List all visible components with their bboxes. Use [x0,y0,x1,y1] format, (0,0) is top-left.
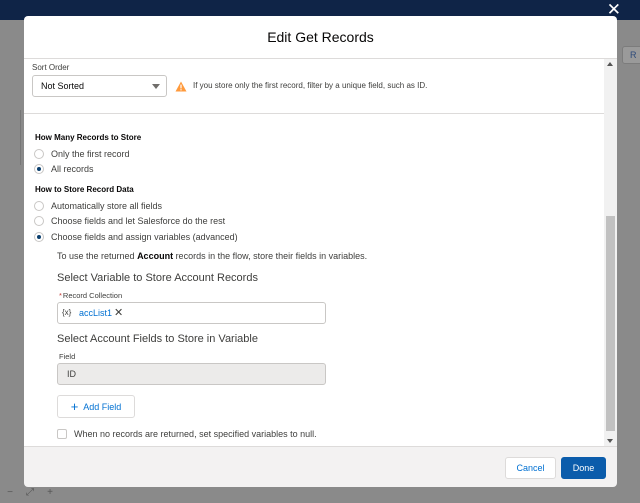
record-collection-label: *Record Collection [59,291,122,300]
variable-section-title: Select Variable to Store Account Records [57,272,258,284]
variable-icon: {x} [62,308,72,317]
chevron-down-icon [152,84,160,89]
record-collection-input[interactable]: {x} accList1 ✕ [57,302,326,324]
radio-button-selected[interactable] [34,164,44,174]
scroll-up-icon[interactable] [607,62,613,66]
warning-triangle-icon [175,81,187,92]
done-button[interactable]: Done [561,457,606,479]
sort-warning-text: If you store only the first record, filt… [193,81,428,90]
radio-label: Choose fields and assign variables (adva… [51,232,238,242]
null-variables-option[interactable]: When no records are returned, set specif… [57,429,317,439]
null-variables-label: When no records are returned, set specif… [74,429,317,439]
section-divider [24,113,604,114]
radio-label: Automatically store all fields [51,201,163,211]
radio-button-selected[interactable] [34,232,44,242]
record-collection-pill[interactable]: accList1 [79,308,112,318]
how-many-title: How Many Records to Store [35,133,142,142]
modal-footer: Cancel Done [24,446,617,487]
modal-header: Edit Get Records [24,16,617,59]
radio-button[interactable] [34,201,44,211]
add-field-label: Add Field [83,401,122,412]
modal-content: Sort Order Not Sorted If you store only … [24,59,604,446]
radio-choose-fields-auto[interactable]: Choose fields and let Salesforce do the … [34,215,225,227]
info-object: Account [137,251,174,261]
sort-order-select[interactable]: Not Sorted [32,75,167,97]
radio-choose-fields-advanced[interactable]: Choose fields and assign variables (adva… [34,231,238,243]
radio-first-record[interactable]: Only the first record [34,148,130,160]
info-prefix: To use the returned [57,251,138,261]
plus-icon: + [70,399,79,414]
zoom-out-icon[interactable]: − [0,483,20,503]
info-suffix: records in the flow, store their fields … [173,251,368,261]
field-input-id[interactable]: ID [57,363,326,385]
record-collection-label-text: Record Collection [62,291,123,300]
store-info-text: To use the returned Account records in t… [57,251,367,261]
radio-label: All records [51,164,94,174]
required-mark: * [59,291,62,300]
background-divider [20,110,21,165]
radio-button[interactable] [34,216,44,226]
scrollbar-thumb[interactable] [606,216,615,431]
radio-all-records[interactable]: All records [34,163,94,175]
radio-store-all-fields[interactable]: Automatically store all fields [34,200,162,212]
modal-title: Edit Get Records [267,29,374,45]
fields-section-title: Select Account Fields to Store in Variab… [57,333,258,345]
sort-order-label: Sort Order [32,63,70,72]
radio-button[interactable] [34,149,44,159]
vertical-scrollbar[interactable] [604,59,617,446]
sort-order-value: Not Sorted [41,81,85,91]
null-variables-checkbox[interactable] [57,429,67,439]
remove-pill-icon[interactable]: ✕ [114,306,123,319]
field-label: Field [59,352,76,361]
radio-label: Choose fields and let Salesforce do the … [51,216,226,226]
background-corner-button[interactable]: R [622,46,640,64]
scroll-down-icon[interactable] [607,439,613,443]
cancel-button[interactable]: Cancel [505,457,556,479]
how-store-title: How to Store Record Data [35,185,134,194]
radio-label: Only the first record [51,149,130,159]
add-field-button[interactable]: + Add Field [57,395,135,418]
modal-body: Sort Order Not Sorted If you store only … [24,59,617,446]
